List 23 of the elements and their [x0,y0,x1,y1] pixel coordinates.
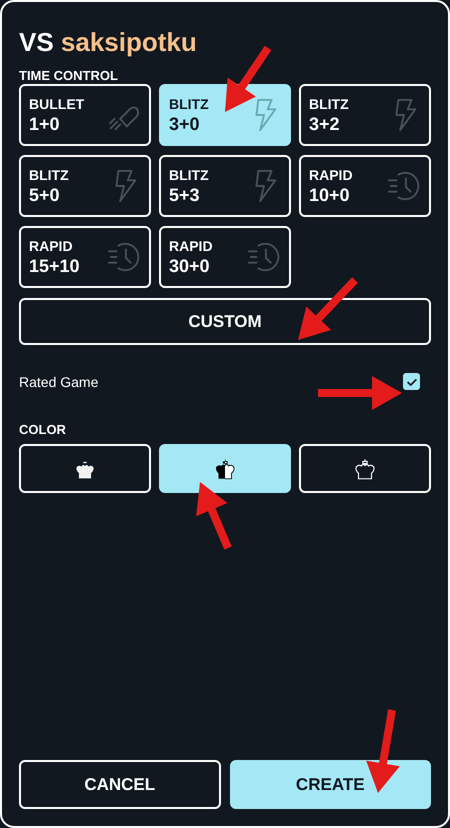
cancel-button[interactable]: CANCEL [19,760,220,809]
annotation-arrow [225,46,272,112]
time-control-option[interactable]: BLITZ 5+3 [159,155,291,217]
section-label: COLOR [19,422,66,438]
time-control-option[interactable]: BLITZ 3+0 [159,84,291,146]
time-control-option[interactable]: BULLET 1+0 [19,84,151,146]
rated-checkbox[interactable] [403,373,420,390]
clock-icon [107,240,141,274]
checkbox-label: Rated Game [19,374,98,390]
annotation-arrow [196,482,232,550]
time-control-option[interactable]: BLITZ 3+2 [299,84,431,146]
time-control-option[interactable]: RAPID 30+0 [159,226,291,288]
time-control-option[interactable]: RAPID 15+10 [19,226,151,288]
color-option[interactable] [159,444,291,493]
create-button[interactable]: CREATE [230,760,431,809]
custom-button[interactable]: CUSTOM [19,298,431,345]
section-label: TIME CONTROL [19,68,118,84]
time-control-option[interactable]: RAPID 10+0 [299,155,431,217]
clock-icon [247,240,281,274]
dialog-title: VS saksipotku [19,26,197,58]
time-control-option[interactable]: BLITZ 5+0 [19,155,151,217]
annotation-arrow [298,277,358,340]
clock-icon [387,169,421,203]
